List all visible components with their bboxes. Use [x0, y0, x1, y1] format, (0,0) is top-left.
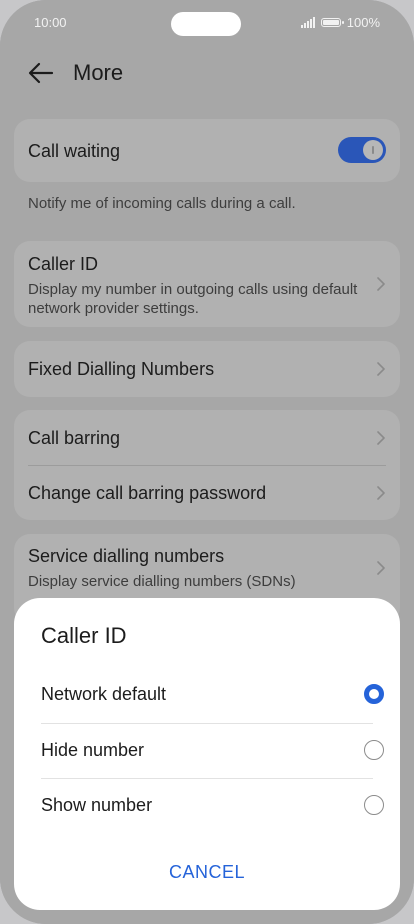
call-waiting-hint: Notify me of incoming calls during a cal… [28, 195, 296, 212]
call-waiting-toggle[interactable] [338, 137, 386, 163]
chevron-right-icon [377, 486, 385, 500]
caller-id-row[interactable]: Caller ID Display my number in outgoing … [14, 241, 400, 327]
dialog-title: Caller ID [41, 623, 127, 648]
toggle-knob [363, 140, 383, 160]
caller-id-label: Caller ID [28, 254, 99, 274]
status-bar: 10:00 100% [0, 0, 414, 48]
caller-id-dialog: Caller ID Network default Hide number Sh… [14, 598, 400, 910]
fixed-dialling-row[interactable]: Fixed Dialling Numbers [14, 341, 400, 397]
chevron-right-icon [377, 431, 385, 445]
change-barring-password-row[interactable]: Change call barring password [14, 466, 400, 520]
status-time: 10:00 [34, 15, 67, 30]
radio-unselected-icon[interactable] [364, 795, 384, 815]
camera-pill [171, 12, 241, 36]
service-dialling-label: Service dialling numbers [28, 546, 225, 566]
page-header: More [0, 48, 414, 98]
option-label: Network default [41, 684, 167, 704]
battery-percent: 100% [346, 15, 380, 30]
option-network-default[interactable]: Network default [27, 668, 385, 724]
fixed-dialling-label: Fixed Dialling Numbers [28, 359, 215, 379]
call-barring-row[interactable]: Call barring [14, 410, 400, 465]
battery-icon [320, 18, 344, 27]
cancel-button[interactable]: CANCEL [14, 862, 400, 883]
option-hide-number[interactable]: Hide number [27, 724, 385, 780]
option-label: Hide number [41, 740, 145, 760]
back-button[interactable] [26, 58, 56, 88]
chevron-right-icon [377, 362, 385, 376]
call-waiting-row[interactable]: Call waiting [14, 119, 400, 182]
option-label: Show number [41, 795, 153, 815]
change-barring-password-label: Change call barring password [28, 483, 267, 503]
status-right: 100% [300, 15, 380, 30]
caller-id-description: Display my number in outgoing calls usin… [28, 281, 358, 317]
settings-screen: 10:00 100% More Call waiting Notify me o… [0, 0, 414, 924]
arrow-left-icon [28, 62, 54, 84]
signal-icon [300, 17, 315, 28]
call-barring-group: Call barring Change call barring passwor… [14, 410, 400, 520]
phone-frame: 10:00 100% More Call waiting Notify me o… [0, 0, 414, 924]
radio-selected-icon[interactable] [364, 684, 384, 704]
service-dialling-description: Display service dialling numbers (SDNs) [28, 573, 296, 590]
call-barring-label: Call barring [28, 428, 121, 448]
call-waiting-label: Call waiting [28, 141, 121, 161]
option-show-number[interactable]: Show number [27, 779, 385, 835]
chevron-right-icon [377, 561, 385, 575]
page-title: More [73, 60, 124, 85]
chevron-right-icon [377, 277, 385, 291]
radio-unselected-icon[interactable] [364, 740, 384, 760]
